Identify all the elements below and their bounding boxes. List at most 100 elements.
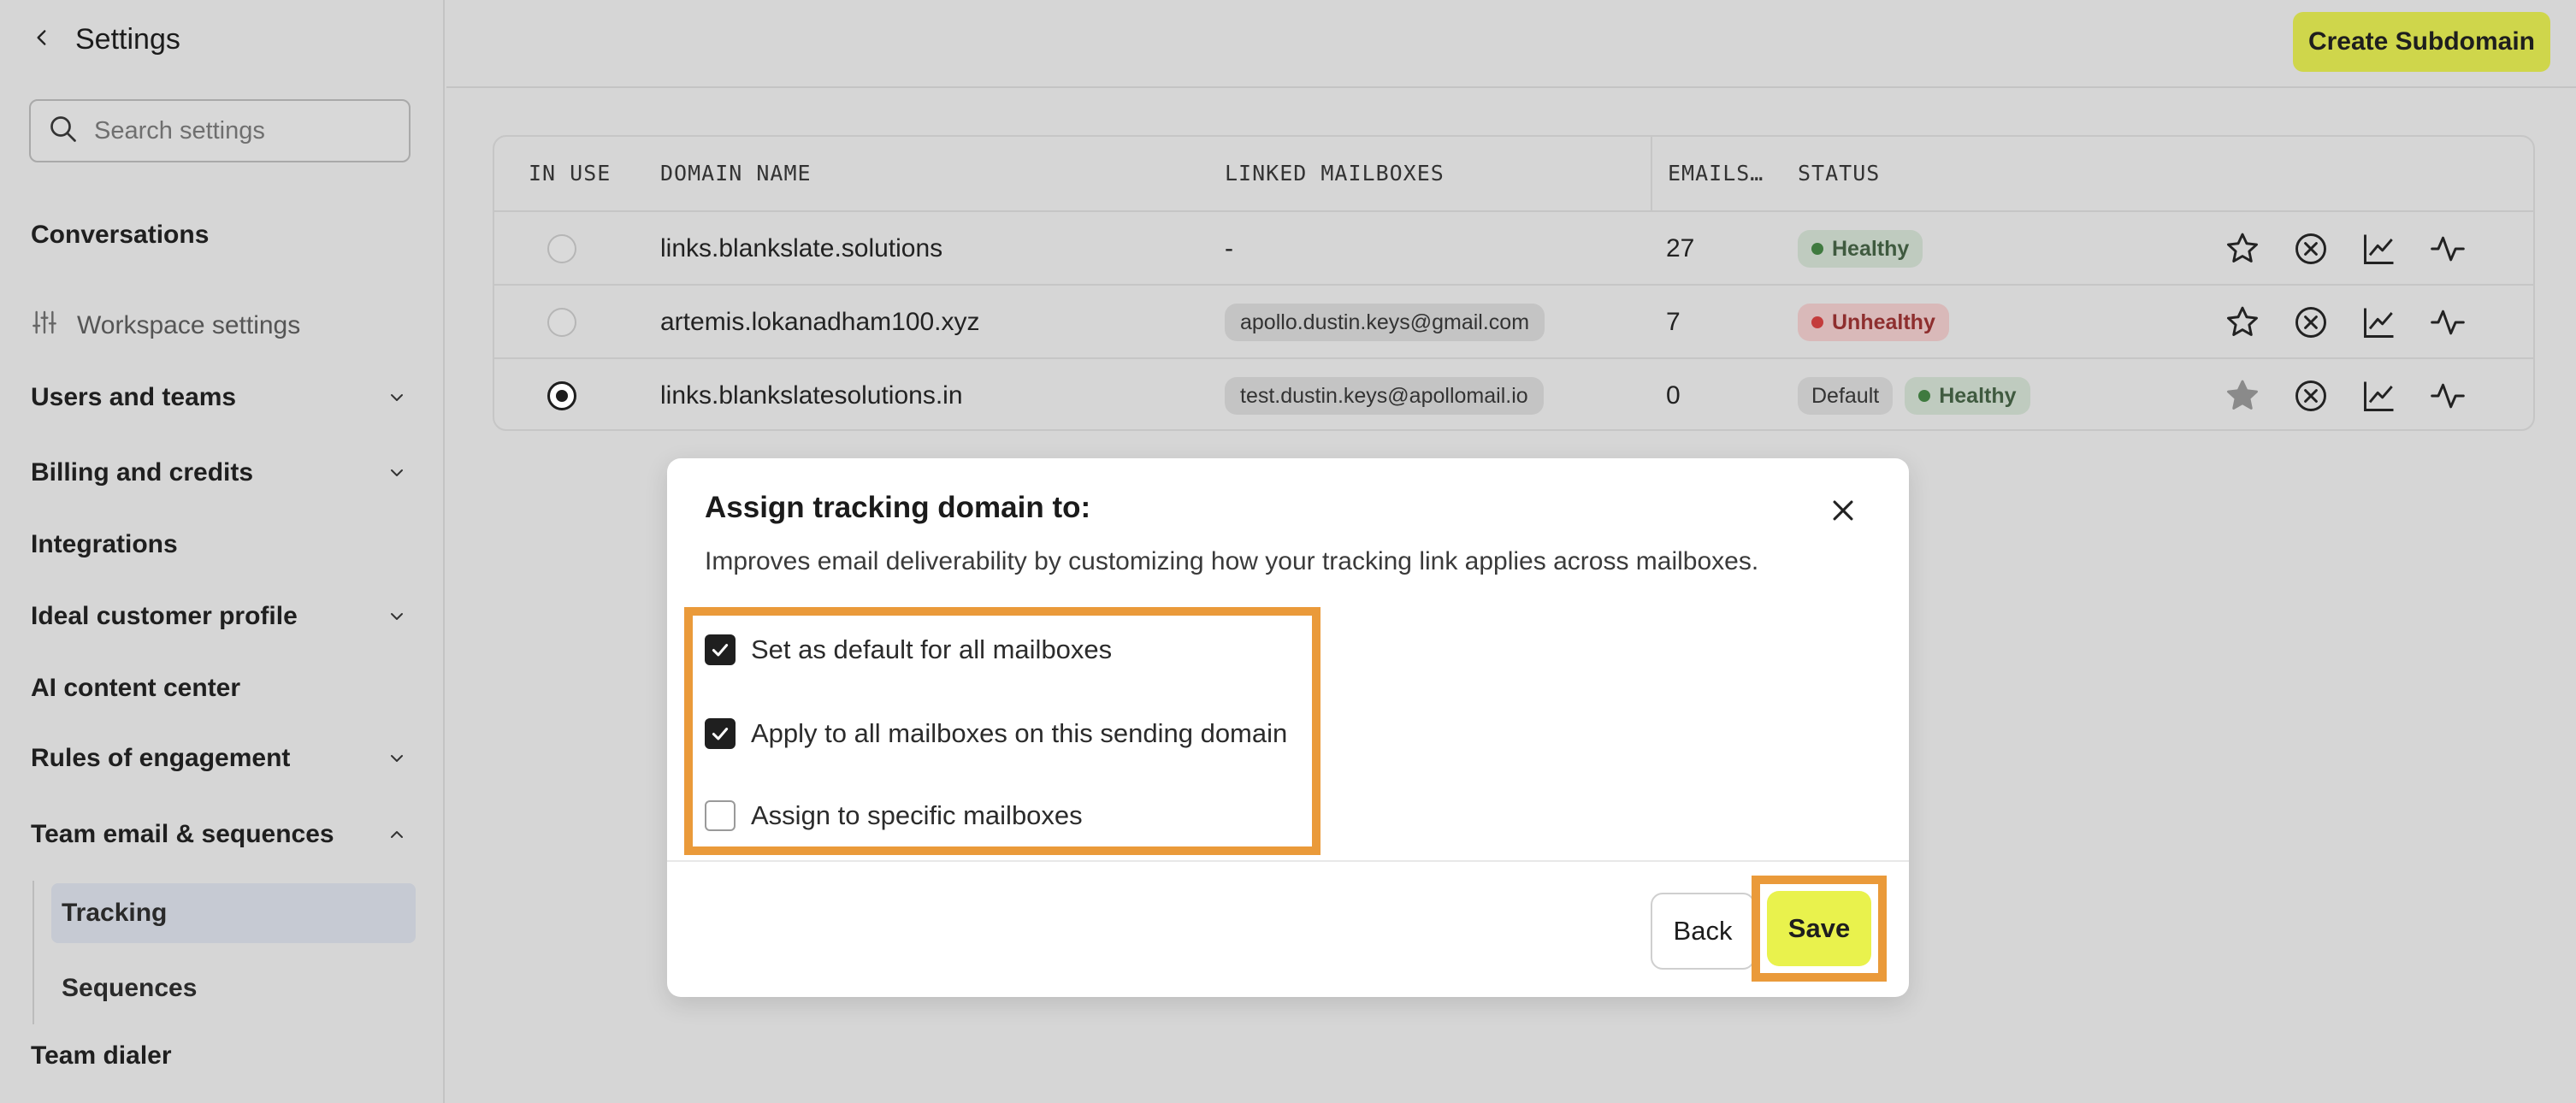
in-use-radio[interactable]: [547, 234, 576, 263]
domain-name: links.blankslate.solutions: [660, 234, 943, 262]
subnav-guide-line: [32, 881, 34, 1024]
chevron-up-icon: [391, 831, 403, 838]
row-actions: [2224, 212, 2467, 286]
save-button[interactable]: Save: [1767, 891, 1871, 966]
modal-footer: Back Save: [667, 860, 1909, 997]
status-badge: Unhealthy: [1798, 304, 1949, 341]
sidebar-item-ideal-customer-profile[interactable]: Ideal customer profile: [31, 595, 407, 638]
sidebar-item-tracking[interactable]: Tracking: [51, 883, 416, 943]
linked-mailbox-chip: test.dustin.keys@apollomail.io: [1225, 377, 1544, 415]
chevron-down-icon: [391, 394, 403, 401]
domain-name: links.blankslatesolutions.in: [660, 381, 963, 410]
sidebar-item-team-dialer[interactable]: Team dialer: [31, 1035, 407, 1077]
option-label: Assign to specific mailboxes: [751, 800, 1083, 830]
status-text: Healthy: [1832, 236, 1910, 261]
header-linked-mailboxes: LINKED MAILBOXES: [1225, 161, 1445, 186]
sidebar-item-users-and-teams[interactable]: Users and teams: [31, 376, 407, 419]
table-row: artemis.lokanadham100.xyz apollo.dustin.…: [494, 286, 2533, 359]
sidebar-item-label: Billing and credits: [31, 458, 254, 487]
modal-description: Improves email deliverability by customi…: [705, 547, 1759, 575]
option-set-default[interactable]: Set as default for all mailboxes: [705, 631, 1112, 669]
sidebar-item-label: Team dialer: [31, 1041, 172, 1070]
sidebar-item-label: Integrations: [31, 530, 178, 558]
sidebar-item-label: Team email & sequences: [31, 820, 334, 848]
modal-title: Assign tracking domain to:: [705, 491, 1091, 524]
star-icon[interactable]: [2224, 304, 2261, 341]
checkbox-unchecked[interactable]: [705, 800, 736, 831]
sidebar-item-integrations[interactable]: Integrations: [31, 523, 407, 566]
sidebar-item-label: Workspace settings: [77, 311, 301, 339]
search-box[interactable]: [29, 99, 411, 162]
emails-count: 27: [1666, 234, 1695, 262]
sidebar-item-label: Conversations: [31, 221, 210, 249]
chevron-down-icon: [391, 613, 403, 620]
checkbox-checked[interactable]: [705, 718, 736, 749]
remove-circle-icon[interactable]: [2292, 377, 2330, 415]
close-icon: [1833, 500, 1853, 521]
sidebar-header: Settings: [31, 19, 180, 60]
search-input[interactable]: [94, 116, 402, 145]
status-badge: Healthy: [1798, 230, 1923, 268]
status-text: Healthy: [1939, 383, 2017, 408]
pulse-icon[interactable]: [2429, 304, 2467, 341]
sidebar-item-label: Ideal customer profile: [31, 602, 298, 630]
linked-mailbox-chip: apollo.dustin.keys@gmail.com: [1225, 304, 1545, 341]
row-actions: [2224, 359, 2467, 429]
option-label: Apply to all mailboxes on this sending d…: [751, 718, 1288, 748]
header-domain-name: DOMAIN NAME: [660, 161, 812, 186]
sidebar-title: Settings: [75, 22, 180, 56]
option-label: Set as default for all mailboxes: [751, 634, 1113, 664]
create-subdomain-button[interactable]: Create Subdomain: [2292, 12, 2550, 72]
header-in-use: IN USE: [529, 161, 612, 186]
star-filled-icon[interactable]: [2224, 377, 2261, 415]
sliders-icon: [31, 309, 58, 343]
domain-name: artemis.lokanadham100.xyz: [660, 308, 980, 336]
top-bar: Create Subdomain: [446, 0, 2576, 88]
check-icon: [712, 728, 729, 740]
checkbox-checked[interactable]: [705, 634, 736, 665]
status-badge: Healthy: [1905, 377, 2030, 415]
in-use-radio-selected[interactable]: [547, 381, 576, 410]
emails-count: 7: [1666, 308, 1681, 336]
settings-sidebar: Settings Conversations Workspace setting…: [0, 0, 445, 1103]
assignment-options: Set as default for all mailboxes Apply t…: [684, 607, 1320, 855]
sidebar-item-billing-and-credits[interactable]: Billing and credits: [31, 451, 407, 494]
assign-tracking-domain-modal: Assign tracking domain to: Improves emai…: [667, 458, 1909, 997]
pulse-icon[interactable]: [2429, 377, 2467, 415]
back-button[interactable]: Back: [1651, 893, 1755, 970]
sidebar-item-rules-of-engagement[interactable]: Rules of engagement: [31, 737, 407, 780]
in-use-radio[interactable]: [547, 308, 576, 337]
linked-mailbox: -: [1225, 234, 1233, 262]
line-chart-icon[interactable]: [2360, 304, 2398, 341]
line-chart-icon[interactable]: [2360, 230, 2398, 268]
option-apply-sending-domain[interactable]: Apply to all mailboxes on this sending d…: [705, 715, 1287, 752]
header-emails: EMAILS…: [1668, 161, 1764, 186]
status-dot: [1811, 316, 1823, 328]
sidebar-item-label: Rules of engagement: [31, 744, 291, 772]
remove-circle-icon[interactable]: [2292, 230, 2330, 268]
sidebar-item-conversations[interactable]: Conversations: [31, 214, 407, 257]
pulse-icon[interactable]: [2429, 230, 2467, 268]
table-header: IN USE DOMAIN NAME LINKED MAILBOXES EMAI…: [494, 137, 2533, 212]
remove-circle-icon[interactable]: [2292, 304, 2330, 341]
sidebar-item-team-email-sequences[interactable]: Team email & sequences: [31, 813, 407, 856]
chevron-down-icon: [391, 755, 403, 762]
tracking-domains-table: IN USE DOMAIN NAME LINKED MAILBOXES EMAI…: [493, 135, 2535, 431]
status-text: Unhealthy: [1832, 310, 1935, 334]
line-chart-icon[interactable]: [2360, 377, 2398, 415]
sidebar-item-workspace-settings[interactable]: Workspace settings: [31, 304, 300, 347]
column-divider: [1651, 137, 1652, 212]
star-icon[interactable]: [2224, 230, 2261, 268]
search-icon: [48, 114, 79, 149]
table-row: links.blankslatesolutions.in test.dustin…: [494, 359, 2533, 429]
back-chevron-icon[interactable]: [31, 27, 53, 53]
chevron-down-icon: [391, 469, 403, 476]
option-assign-specific[interactable]: Assign to specific mailboxes: [705, 797, 1083, 835]
table-row: links.blankslate.solutions - 27 Healthy: [494, 212, 2533, 286]
sidebar-item-label: Sequences: [62, 974, 198, 1002]
row-actions: [2224, 286, 2467, 359]
sidebar-item-sequences[interactable]: Sequences: [51, 958, 416, 1018]
header-status: STATUS: [1798, 161, 1881, 186]
close-button[interactable]: [1829, 496, 1858, 525]
sidebar-item-ai-content-center[interactable]: AI content center: [31, 667, 407, 710]
